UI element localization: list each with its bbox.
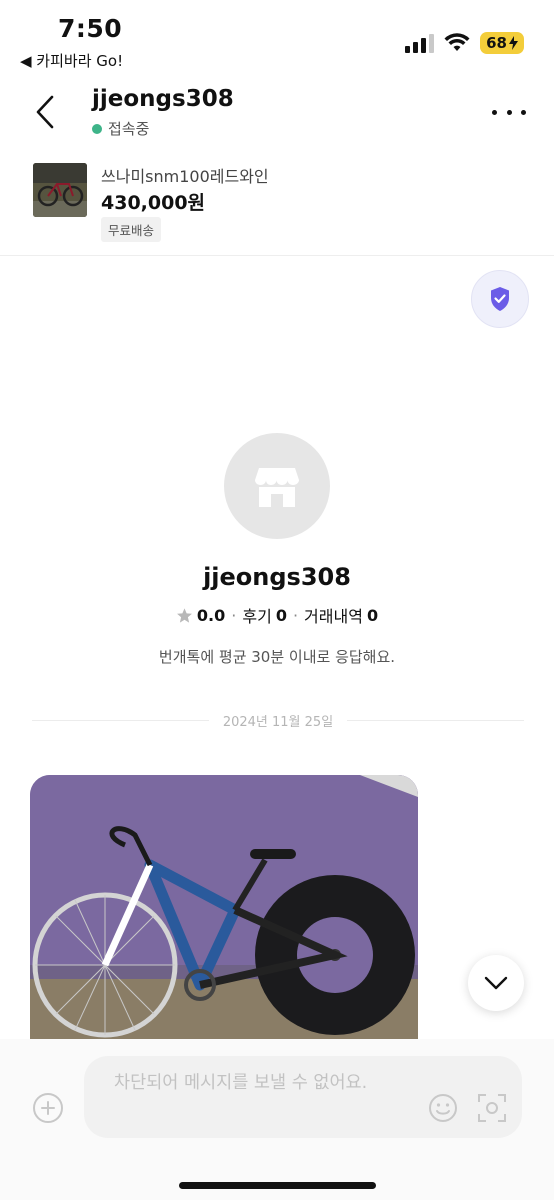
reviews-count: 0	[275, 605, 287, 625]
product-name: 쓰나미snm100레드와인	[101, 167, 269, 186]
transactions-label: 거래내역	[304, 607, 363, 626]
plus-icon	[41, 1101, 55, 1115]
reviews-label: 후기	[242, 607, 272, 626]
battery-level: 68	[486, 34, 507, 52]
transactions-count: 0	[366, 605, 379, 625]
message-input-bar: 차단되어 메시지를 보낼 수 없어요.	[0, 1039, 554, 1200]
emoji-button[interactable]	[428, 1093, 458, 1123]
camera-button[interactable]	[477, 1093, 507, 1123]
rating-value: 0.0	[196, 605, 226, 625]
shop-avatar[interactable]	[224, 433, 330, 539]
battery-icon: 68	[480, 32, 524, 54]
back-button[interactable]	[30, 92, 60, 132]
scroll-to-bottom-button[interactable]	[468, 955, 524, 1011]
free-shipping-badge: 무료배송	[101, 217, 162, 242]
signal-icon	[405, 33, 435, 53]
chat-area: jjeongs308 0.0 · 후기 0 · 거래내역 0 번개톡에 평균 3…	[0, 257, 554, 1039]
date-divider: 2024년 11월 25일	[32, 711, 525, 730]
more-options-button[interactable]	[492, 100, 526, 124]
product-thumbnail	[33, 163, 87, 217]
chat-header: jjeongs308 접속중	[0, 82, 554, 146]
chevron-left-icon	[36, 95, 54, 129]
wifi-icon	[444, 33, 470, 51]
status-icons: 68	[405, 32, 524, 54]
chat-image-message[interactable]	[30, 775, 418, 1039]
charging-bolt-icon	[509, 36, 518, 50]
product-summary[interactable]: 쓰나미snm100레드와인 430,000원 무료배송	[0, 158, 554, 256]
header-username: jjeongs308	[92, 86, 234, 112]
profile-name: jjeongs308	[203, 563, 351, 591]
product-price: 430,000원	[101, 192, 206, 214]
chevron-down-icon	[484, 976, 508, 990]
smiley-icon	[429, 1094, 457, 1122]
star-icon	[176, 607, 192, 623]
response-time-note: 번개톡에 평균 30분 이내로 응답해요.	[158, 648, 396, 666]
shield-check-icon	[491, 287, 509, 311]
back-to-app-link[interactable]: ◀ 카피바라 Go!	[20, 50, 123, 71]
bike-photo	[30, 775, 418, 1039]
date-label: 2024년 11월 25일	[222, 715, 334, 730]
profile-stats: 0.0 · 후기 0 · 거래내역 0	[0, 603, 554, 627]
camera-scan-icon	[478, 1094, 506, 1122]
online-status-label: 접속중	[108, 120, 150, 138]
status-bar: 7:50 ◀ 카피바라 Go! 68	[0, 0, 554, 80]
safety-button[interactable]	[471, 270, 529, 328]
home-indicator	[179, 1182, 376, 1189]
online-dot-icon	[92, 123, 102, 134]
status-time: 7:50	[58, 14, 123, 43]
attach-button[interactable]	[33, 1093, 63, 1123]
store-icon	[255, 468, 299, 507]
online-status: 접속중	[92, 118, 149, 139]
